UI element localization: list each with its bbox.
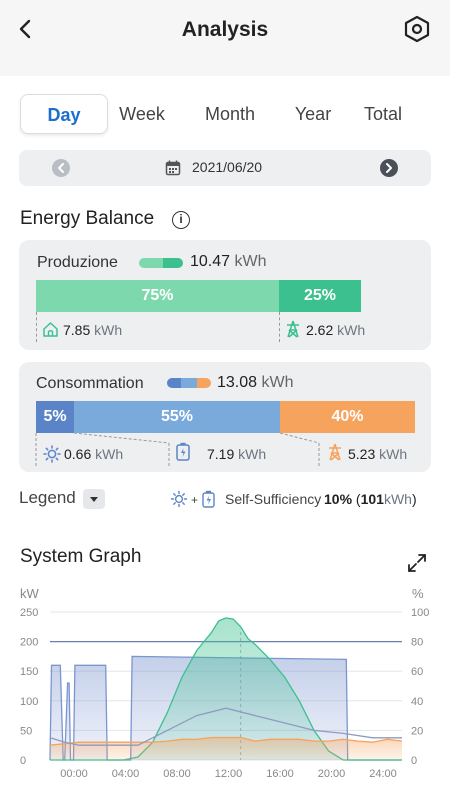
next-date-button[interactable] [380, 159, 398, 177]
grid-tower-icon [329, 443, 341, 461]
battery-icon [202, 490, 215, 508]
calendar-icon[interactable] [165, 160, 181, 176]
consumption-battery-unit: kWh [238, 446, 267, 462]
right-axis-unit: % [412, 586, 424, 601]
production-home-number: 7.85 [63, 322, 91, 338]
previous-date-button[interactable] [52, 159, 70, 177]
production-total-unit: kWh [234, 253, 267, 270]
consumption-card: Consommation 13.08 kWh 5% 55% 40% 0.66 k… [19, 362, 431, 472]
self-sufficiency-label: Self-Sufficiency [225, 491, 322, 507]
self-sufficiency-kwh: 101 [360, 491, 384, 507]
app-header: Analysis [0, 0, 450, 76]
left-tick-label: 150 [20, 666, 38, 678]
production-total: 10.47 kWh [190, 253, 267, 271]
production-home-segment: 75% [36, 280, 279, 312]
consumption-battery-value: 7.19 kWh [207, 446, 266, 462]
period-tabs: Day Week Month Year Total [20, 94, 432, 136]
self-sufficiency-pct: 10% [324, 491, 353, 507]
production-grid-unit: kWh [337, 322, 366, 338]
consumption-solar-value: 0.66 kWh [64, 446, 123, 462]
right-tick-label: 40 [411, 696, 423, 708]
self-sufficiency-unit: kWh [383, 491, 412, 507]
consumption-grid-number: 5.23 [348, 446, 376, 462]
tab-year[interactable]: Year [286, 94, 340, 134]
x-tick-label: 16:00 [266, 768, 294, 780]
production-card: Produzione 10.47 kWh 75% 25% 7.85 kWh 2.… [19, 240, 431, 350]
expand-icon [408, 554, 426, 572]
left-tick-label: 50 [20, 725, 32, 737]
hexagon-settings-icon [404, 15, 430, 43]
x-tick-label: 20:00 [318, 768, 346, 780]
consumption-solar-number: 0.66 [64, 446, 92, 462]
grid-tower-icon [287, 320, 299, 338]
left-tick-label: 200 [20, 637, 38, 649]
production-legend-swatch [139, 258, 183, 268]
production-label: Produzione [37, 254, 118, 271]
consumption-legend-swatch [167, 378, 211, 388]
main-content: Day Week Month Year Total 2021/06/20 Ene… [0, 76, 450, 800]
right-tick-label: 60 [411, 666, 423, 678]
production-divider-left [36, 312, 37, 342]
expand-button[interactable] [406, 552, 428, 574]
consumption-solar-unit: kWh [95, 446, 124, 462]
consumption-grid-unit: kWh [379, 446, 408, 462]
page-title: Analysis [181, 18, 269, 41]
consumption-grid-value: 5.23 kWh [348, 446, 407, 462]
x-tick-label: 24:00 [369, 768, 397, 780]
right-tick-label: 20 [411, 725, 423, 737]
legend-dropdown[interactable] [83, 489, 105, 509]
right-tick-label: 0 [411, 755, 417, 767]
consumption-solar-segment: 5% [36, 401, 74, 433]
left-tick-label: 250 [20, 607, 38, 619]
consumption-grid-segment: 40% [280, 401, 415, 433]
consumption-battery-number: 7.19 [207, 446, 235, 462]
left-tick-label: 0 [20, 755, 26, 767]
battery-icon [176, 442, 190, 461]
info-icon[interactable]: i [172, 211, 190, 229]
sun-icon [43, 445, 61, 463]
caret-down-icon [90, 497, 98, 502]
production-total-value: 10.47 [190, 253, 231, 270]
consumption-total-value: 13.08 [217, 374, 258, 391]
consumption-total: 13.08 kWh [217, 374, 294, 392]
x-tick-label: 04:00 [112, 768, 140, 780]
svg-text:+: + [191, 493, 198, 507]
production-grid-segment: 25% [279, 280, 361, 312]
right-tick-label: 100 [411, 607, 429, 619]
production-grid-value: 2.62 kWh [306, 322, 365, 338]
left-axis-unit: kW [20, 586, 40, 601]
left-tick-label: 100 [20, 696, 38, 708]
selected-date[interactable]: 2021/06/20 [192, 159, 262, 175]
tab-total[interactable]: Total [354, 94, 412, 134]
consumption-battery-segment: 55% [74, 401, 280, 433]
tab-week[interactable]: Week [108, 94, 176, 134]
chevron-right-circle-icon [386, 163, 392, 173]
tab-month[interactable]: Month [190, 94, 270, 134]
x-tick-label: 08:00 [163, 768, 191, 780]
production-home-unit: kWh [94, 322, 123, 338]
settings-button[interactable] [402, 14, 432, 44]
home-icon [43, 322, 58, 337]
system-graph-chart[interactable]: kW %25020015010050010080604020000:00 04:00… [0, 576, 450, 800]
production-grid-number: 2.62 [306, 322, 334, 338]
sun-icon [170, 490, 188, 508]
consumption-total-unit: kWh [261, 374, 294, 391]
production-divider-mid [279, 312, 280, 342]
date-selector: 2021/06/20 [19, 150, 431, 186]
chevron-left-circle-icon [58, 163, 64, 173]
production-home-value: 7.85 kWh [63, 322, 122, 338]
energy-balance-title: Energy Balance [20, 208, 155, 229]
legend-button[interactable]: Legend [19, 488, 76, 508]
right-tick-label: 80 [411, 637, 423, 649]
x-tick-label: 00:00 [60, 768, 88, 780]
consumption-label: Consommation [36, 375, 144, 392]
system-graph-title: System Graph [20, 546, 142, 567]
self-sufficiency-value: 10% (101kWh) [324, 491, 417, 507]
tab-day[interactable]: Day [20, 94, 108, 134]
x-tick-label: 12:00 [215, 768, 243, 780]
self-sufficiency-icons: + [170, 490, 215, 508]
